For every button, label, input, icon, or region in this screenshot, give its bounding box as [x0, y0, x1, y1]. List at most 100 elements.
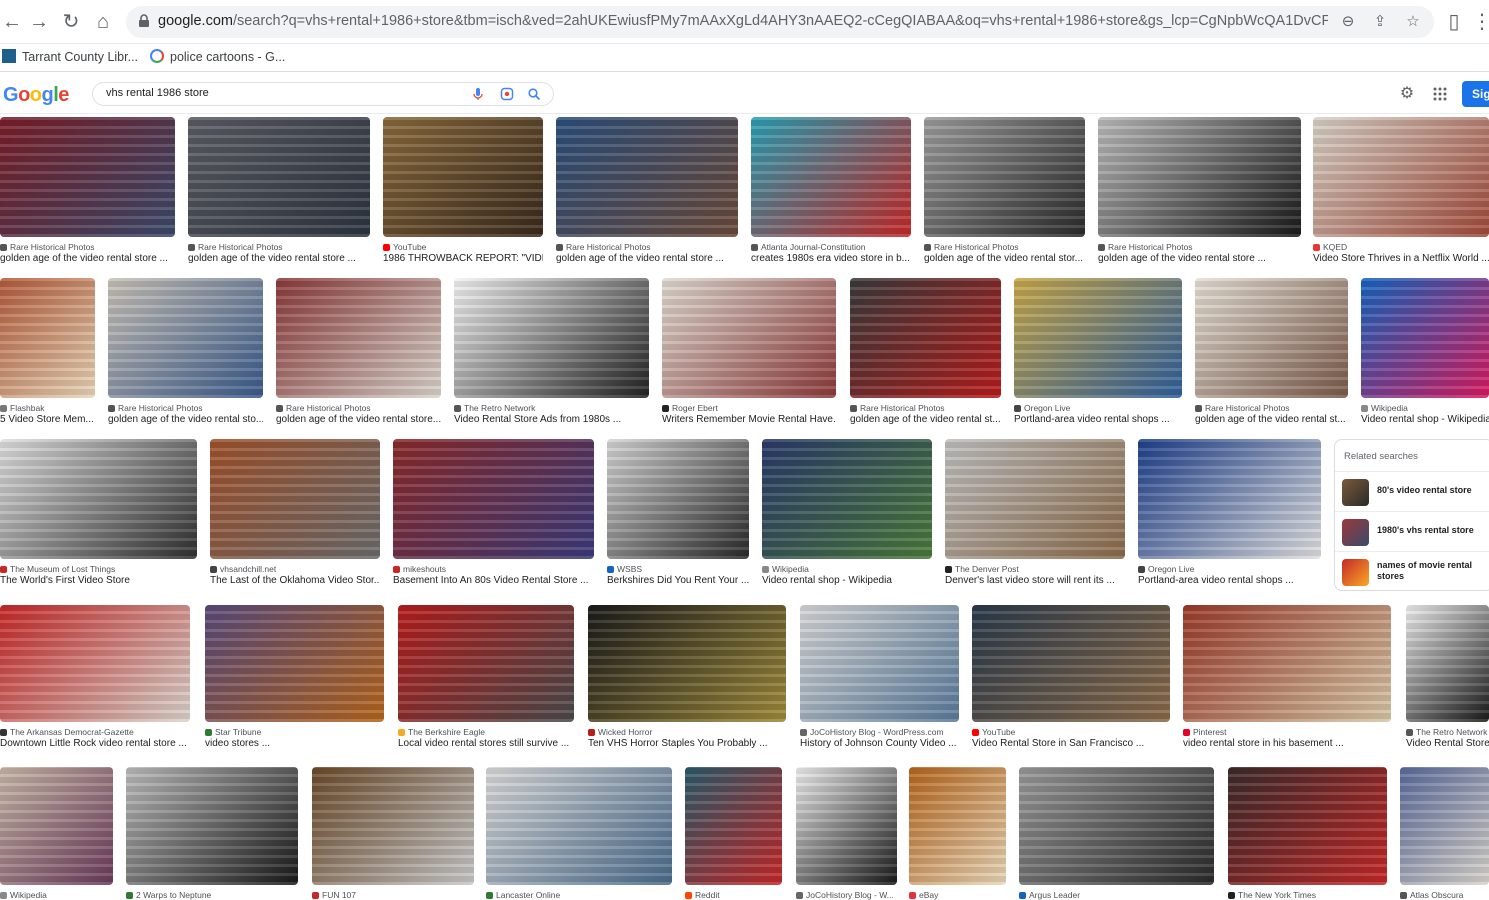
- result-source[interactable]: The Denver Post: [945, 564, 1125, 574]
- result-source[interactable]: Lancaster Online: [486, 890, 672, 900]
- result-title[interactable]: video stores ...: [205, 738, 384, 749]
- image-thumbnail[interactable]: [607, 439, 749, 559]
- image-thumbnail[interactable]: [0, 278, 95, 398]
- result-title[interactable]: 5 Video Store Mem...: [0, 414, 95, 425]
- result-title[interactable]: Video Rental Store ...: [1406, 738, 1489, 749]
- result-title[interactable]: The World's First Video Store: [0, 575, 197, 586]
- image-thumbnail[interactable]: [800, 605, 959, 722]
- image-thumbnail[interactable]: [850, 278, 1001, 398]
- image-thumbnail[interactable]: [398, 605, 574, 722]
- result-source[interactable]: Rare Historical Photos: [850, 403, 1001, 413]
- result-source[interactable]: The New York Times: [1228, 890, 1387, 900]
- bookmark-tarrant-county[interactable]: Tarrant County Libr...: [2, 49, 138, 64]
- image-thumbnail[interactable]: [909, 767, 1006, 885]
- result-title[interactable]: golden age of the video rental sto...: [108, 414, 263, 425]
- result-source[interactable]: WSBS: [607, 564, 749, 574]
- address-bar[interactable]: google.com/search?q=vhs+rental+1986+stor…: [126, 6, 1434, 38]
- home-icon[interactable]: ⌂: [91, 10, 115, 34]
- result-title[interactable]: golden age of the video rental stor...: [924, 253, 1085, 264]
- microphone-icon[interactable]: [471, 87, 485, 101]
- image-thumbnail[interactable]: [0, 117, 175, 237]
- result-title[interactable]: golden age of the video rental store ...: [1098, 253, 1301, 264]
- search-icon[interactable]: [527, 87, 541, 101]
- related-search-item[interactable]: names of movie rental stores: [1335, 551, 1489, 591]
- image-thumbnail[interactable]: [662, 278, 836, 398]
- image-thumbnail[interactable]: [762, 439, 932, 559]
- result-source[interactable]: Star Tribune: [205, 727, 384, 737]
- result-source[interactable]: Atlas Obscura: [1400, 890, 1489, 900]
- image-thumbnail[interactable]: [0, 767, 113, 885]
- result-source[interactable]: 2 Warps to Neptune: [126, 890, 298, 900]
- result-title[interactable]: Video rental shop - Wikipedia: [762, 575, 932, 586]
- result-title[interactable]: golden age of the video rental store ...: [188, 253, 370, 264]
- image-thumbnail[interactable]: [210, 439, 380, 559]
- result-title[interactable]: Video Rental Store in San Francisco ...: [972, 738, 1170, 749]
- result-source[interactable]: vhsandchill.net: [210, 564, 380, 574]
- result-source[interactable]: JoCoHistory Blog - WordPress.com: [800, 727, 959, 737]
- result-source[interactable]: Rare Historical Photos: [108, 403, 263, 413]
- image-thumbnail[interactable]: [1138, 439, 1321, 559]
- image-thumbnail[interactable]: [751, 117, 911, 237]
- result-source[interactable]: Rare Historical Photos: [924, 242, 1085, 252]
- share-icon[interactable]: ⇪: [1371, 13, 1389, 31]
- image-thumbnail[interactable]: [1098, 117, 1301, 237]
- result-source[interactable]: FUN 107: [312, 890, 474, 900]
- google-logo[interactable]: Google: [3, 84, 69, 107]
- lens-icon[interactable]: [500, 87, 514, 101]
- image-thumbnail[interactable]: [0, 605, 190, 722]
- settings-gear-icon[interactable]: ⚙: [1398, 85, 1416, 103]
- image-thumbnail[interactable]: [454, 278, 649, 398]
- result-title[interactable]: Video Rental Store Ads from 1980s ...: [454, 414, 649, 425]
- image-thumbnail[interactable]: [1400, 767, 1489, 885]
- result-source[interactable]: Oregon Live: [1138, 564, 1321, 574]
- result-source[interactable]: Rare Historical Photos: [1195, 403, 1348, 413]
- result-title[interactable]: Denver's last video store will rent its …: [945, 575, 1125, 586]
- image-thumbnail[interactable]: [685, 767, 782, 885]
- result-title[interactable]: History of Johnson County Video ...: [800, 738, 959, 749]
- result-source[interactable]: Rare Historical Photos: [0, 242, 175, 252]
- result-title[interactable]: golden age of the video rental store ...: [0, 253, 175, 264]
- search-input[interactable]: vhs rental 1986 store: [106, 87, 209, 99]
- result-source[interactable]: Wikipedia: [1361, 403, 1489, 413]
- result-source[interactable]: Wicked Horror: [588, 727, 786, 737]
- result-title[interactable]: Video rental shop - Wikipedia: [1361, 414, 1489, 425]
- result-source[interactable]: Rare Historical Photos: [556, 242, 738, 252]
- related-search-item[interactable]: 80's video rental store: [1335, 471, 1489, 511]
- image-thumbnail[interactable]: [1313, 117, 1489, 237]
- image-thumbnail[interactable]: [312, 767, 474, 885]
- result-source[interactable]: Wikipedia: [0, 890, 113, 900]
- result-title[interactable]: Video Store Thrives in a Netflix World .…: [1313, 253, 1489, 264]
- result-source[interactable]: mikeshouts: [393, 564, 594, 574]
- result-source[interactable]: JoCoHistory Blog - W...: [796, 890, 897, 900]
- image-thumbnail[interactable]: [972, 605, 1170, 722]
- result-source[interactable]: Roger Ebert: [662, 403, 836, 413]
- image-thumbnail[interactable]: [1014, 278, 1182, 398]
- sign-in-button[interactable]: Sign in: [1462, 81, 1489, 127]
- result-title[interactable]: The Last of the Oklahoma Video Stor...: [210, 575, 380, 586]
- result-title[interactable]: Ten VHS Horror Staples You Probably ...: [588, 738, 786, 749]
- image-thumbnail[interactable]: [1195, 278, 1348, 398]
- result-title[interactable]: video rental store in his basement ...: [1183, 738, 1391, 749]
- result-source[interactable]: KQED: [1313, 242, 1489, 252]
- image-thumbnail[interactable]: [393, 439, 594, 559]
- image-thumbnail[interactable]: [588, 605, 786, 722]
- image-thumbnail[interactable]: [945, 439, 1125, 559]
- result-title[interactable]: golden age of the video rental st...: [1195, 414, 1348, 425]
- result-source[interactable]: The Museum of Lost Things: [0, 564, 197, 574]
- bookmark-police-cartoons[interactable]: police cartoons - G...: [150, 49, 285, 64]
- result-title[interactable]: golden age of the video rental st...: [850, 414, 1001, 425]
- result-source[interactable]: Wikipedia: [762, 564, 932, 574]
- browser-menu-icon[interactable]: ⋮: [1470, 10, 1489, 34]
- forward-icon[interactable]: →: [27, 10, 51, 34]
- result-source[interactable]: The Berkshire Eagle: [398, 727, 574, 737]
- related-search-item[interactable]: 1980's vhs rental store: [1335, 511, 1489, 551]
- result-source[interactable]: The Arkansas Democrat-Gazette: [0, 727, 190, 737]
- result-source[interactable]: Atlanta Journal-Constitution: [751, 242, 911, 252]
- image-thumbnail[interactable]: [1019, 767, 1214, 885]
- result-title[interactable]: golden age of the video rental store...: [276, 414, 441, 425]
- image-thumbnail[interactable]: [1406, 605, 1489, 722]
- result-source[interactable]: Argus Leader: [1019, 890, 1214, 900]
- result-title[interactable]: Basement Into An 80s Video Rental Store …: [393, 575, 594, 586]
- image-thumbnail[interactable]: [276, 278, 441, 398]
- image-thumbnail[interactable]: [556, 117, 738, 237]
